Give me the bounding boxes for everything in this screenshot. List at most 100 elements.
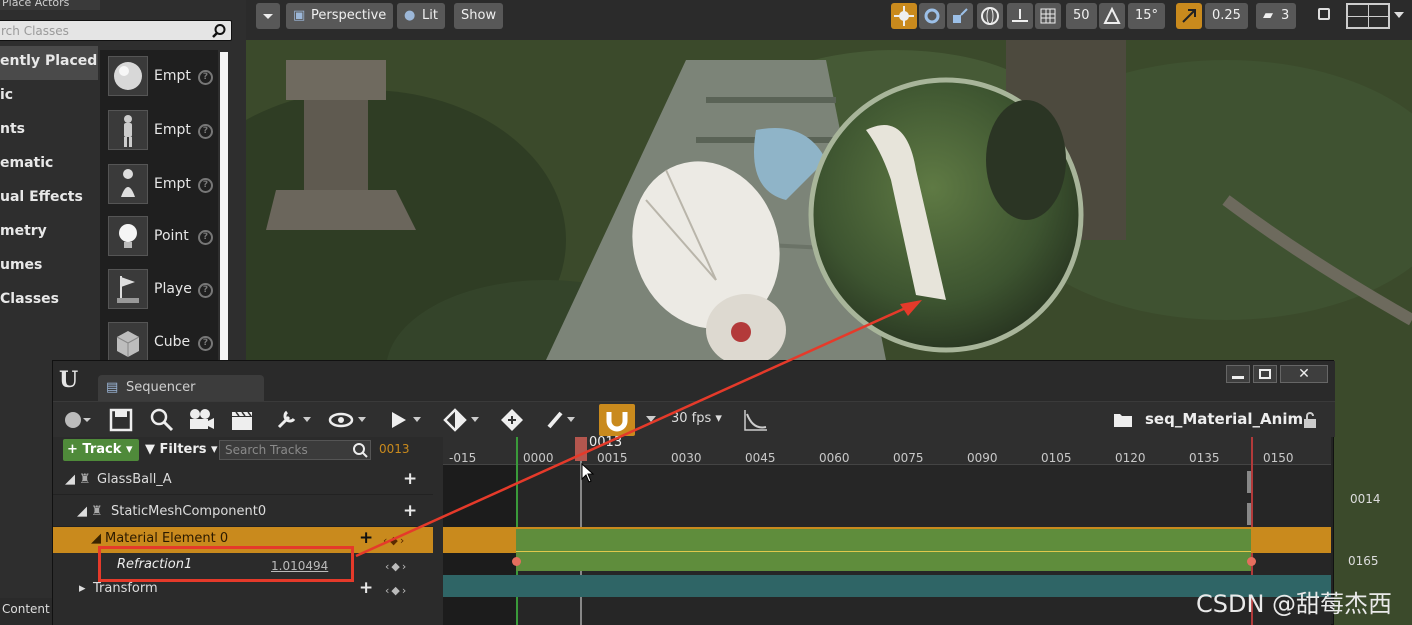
rotation-snap-toggle[interactable] — [1099, 3, 1125, 29]
search-tracks-input[interactable]: Search Tracks — [219, 440, 371, 460]
clapperboard-icon[interactable] — [229, 407, 255, 433]
help-icon[interactable]: ? — [198, 124, 213, 139]
sequencer-tab[interactable]: ▤ Sequencer — [98, 375, 264, 401]
actor-item-player-start[interactable]: Playe ? — [108, 269, 216, 313]
category-basic[interactable]: ic — [0, 80, 98, 114]
category-lights[interactable]: nts — [0, 114, 98, 148]
add-icon[interactable]: + — [403, 501, 417, 521]
keyframe-nav-icon[interactable]: ‹◆› — [385, 584, 408, 597]
translate-tool-button[interactable] — [891, 3, 917, 29]
category-recently-placed[interactable]: ently Placed — [0, 46, 98, 80]
scale-snap-value[interactable]: 0.25 — [1205, 3, 1248, 29]
chevron-down-icon: ▾ — [211, 442, 218, 457]
world-icon[interactable] — [63, 410, 91, 430]
lock-icon[interactable] — [1301, 411, 1319, 429]
layout-chevron-down-icon[interactable] — [1392, 8, 1406, 22]
search-icon[interactable] — [211, 23, 227, 39]
side-frame-label: 0014 — [1350, 492, 1381, 506]
grid-snap-value[interactable]: 50 — [1066, 3, 1097, 29]
keyframe-nav-icon[interactable]: ‹◆› — [383, 534, 406, 547]
filters-button[interactable]: ▼ Filters ▾ — [145, 442, 218, 457]
keyframe-start[interactable] — [512, 557, 521, 566]
scale-tool-button[interactable] — [947, 3, 973, 29]
help-icon[interactable]: ? — [198, 336, 213, 351]
actor-item-label: Empt — [154, 122, 191, 138]
maximize-button[interactable] — [1253, 365, 1277, 383]
help-icon[interactable]: ? — [198, 230, 213, 245]
show-button[interactable]: Show — [454, 3, 504, 29]
pencil-icon[interactable] — [545, 407, 585, 433]
grid-snap-toggle[interactable] — [1035, 3, 1061, 29]
expand-arrow-icon[interactable]: ◢ — [91, 531, 101, 546]
maximize-viewport-icon[interactable] — [1318, 8, 1330, 20]
world-local-toggle[interactable] — [977, 3, 1003, 29]
snap-chevron-down-icon[interactable] — [645, 414, 657, 424]
current-frame-field[interactable]: 0013 — [379, 442, 410, 456]
search-icon[interactable] — [149, 407, 175, 433]
keyframe-end[interactable] — [1247, 557, 1256, 566]
snapping-toggle[interactable] — [599, 404, 635, 436]
surface-snap-button[interactable] — [1007, 3, 1033, 29]
help-icon[interactable]: ? — [198, 178, 213, 193]
viewport-options-button[interactable] — [256, 3, 280, 29]
refraction-section-bar[interactable] — [516, 551, 1251, 571]
category-cinematic[interactable]: ematic — [0, 148, 98, 182]
lit-mode-button[interactable]: ● Lit — [397, 3, 445, 29]
play-icon[interactable] — [387, 407, 427, 433]
help-icon[interactable]: ? — [198, 70, 213, 85]
framerate-dropdown[interactable]: 30 fps ▾ — [671, 411, 722, 426]
actor-item-point-light[interactable]: Point ? — [108, 216, 216, 260]
expand-arrow-icon[interactable]: ◢ — [65, 472, 75, 487]
rotation-snap-value[interactable]: 15° — [1128, 3, 1166, 29]
section-handle[interactable] — [1247, 471, 1251, 493]
minimize-button[interactable] — [1226, 365, 1250, 383]
help-icon[interactable]: ? — [198, 283, 213, 298]
track-row-glassball[interactable]: ◢ ♜ GlassBall_A + — [53, 465, 433, 495]
viewport-layout-icon[interactable] — [1346, 3, 1390, 29]
keyframe-nav-icon[interactable]: ‹◆› — [385, 560, 408, 573]
perspective-button[interactable]: ▣ Perspective — [286, 3, 394, 29]
add-icon[interactable]: + — [359, 578, 373, 598]
wrench-icon[interactable] — [275, 407, 315, 433]
add-icon[interactable]: + — [403, 469, 417, 489]
actor-item-empty-pawn[interactable]: Empt ? — [108, 164, 216, 208]
ruler-label: 0060 — [819, 451, 850, 465]
sequencer-window: U ▤ Sequencer ✕ 30 fps ▾ seq_Material_An… — [52, 360, 1335, 625]
save-icon[interactable] — [109, 408, 133, 432]
track-row-static-mesh[interactable]: ◢ ♜ StaticMeshComponent0 + — [53, 497, 433, 527]
add-track-button[interactable]: + Track ▾ — [63, 439, 139, 461]
mouse-cursor-icon — [581, 463, 595, 483]
camera-speed-button[interactable]: ▰ 3 — [1256, 3, 1297, 29]
playhead-handle[interactable] — [575, 437, 587, 461]
chevron-down-icon — [263, 14, 273, 19]
expand-arrow-icon[interactable]: ▸ — [79, 581, 86, 596]
actor-item-empty-sphere[interactable]: Empt ? — [108, 56, 216, 100]
key-diamond-icon[interactable] — [443, 406, 483, 434]
eye-icon[interactable] — [327, 407, 371, 433]
curve-editor-icon[interactable] — [743, 408, 769, 432]
expand-arrow-icon[interactable]: ◢ — [77, 504, 87, 519]
ruler-label: 0090 — [967, 451, 998, 465]
rotate-tool-button[interactable] — [919, 3, 945, 29]
rotate-icon — [924, 8, 940, 24]
content-browser-tab[interactable]: Content — [0, 598, 52, 625]
actor-item-empty-character[interactable]: Empt ? — [108, 110, 216, 154]
close-icon: ✕ — [1298, 366, 1310, 382]
key-add-icon[interactable] — [499, 406, 525, 434]
class-search-input[interactable]: rch Classes — [0, 20, 232, 41]
close-button[interactable]: ✕ — [1280, 365, 1328, 383]
material-section-bar[interactable] — [516, 529, 1251, 551]
folder-icon[interactable] — [1113, 411, 1133, 429]
add-icon[interactable]: + — [359, 528, 373, 548]
track-row-transform[interactable]: ▸ Transform + ‹◆› — [53, 577, 433, 603]
category-geometry[interactable]: metry — [0, 216, 98, 250]
viewport-toolbar: ▣ Perspective ● Lit Show 50 15° 0.25 ▰ 3 — [246, 0, 1412, 40]
category-all-classes[interactable]: Classes — [0, 284, 98, 318]
scale-snap-toggle[interactable] — [1176, 3, 1202, 29]
category-volumes[interactable]: umes — [0, 250, 98, 284]
track-outliner: + Track ▾ ▼ Filters ▾ Search Tracks 0013… — [53, 437, 443, 625]
camera-icon[interactable] — [187, 407, 215, 433]
category-visual-effects[interactable]: ual Effects — [0, 182, 98, 216]
panel-scrollbar[interactable] — [220, 52, 228, 362]
section-handle[interactable] — [1247, 503, 1251, 525]
